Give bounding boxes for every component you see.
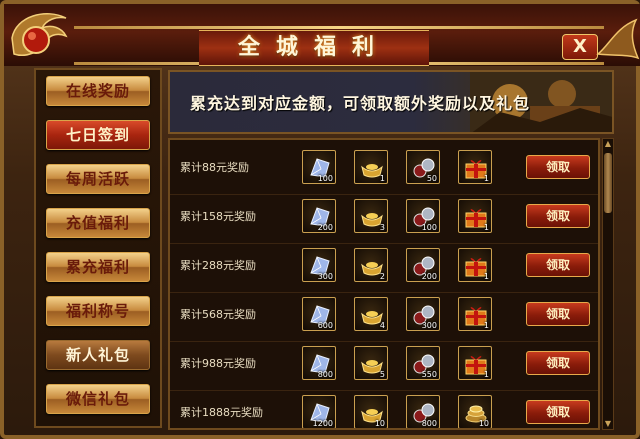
banner-text: 累充达到对应金额，可领取额外奖励以及礼包 [190, 94, 531, 113]
reward-row-label: 累计988元奖励 [180, 357, 256, 370]
item-quantity: 300 [317, 272, 333, 281]
item-quantity: 800 [421, 419, 437, 428]
scrollbar[interactable]: ▲ ▼ [602, 138, 614, 430]
reward-row-label: 累计568元奖励 [180, 308, 256, 321]
item-quantity: 10 [478, 419, 489, 428]
reward-row-label: 累计88元奖励 [180, 161, 249, 174]
claim-button[interactable]: 领取 [526, 204, 590, 228]
reward-item-slot[interactable]: 300 [406, 297, 440, 331]
item-quantity: 600 [317, 321, 333, 330]
sidebar-item-6[interactable]: 福利称号 [46, 296, 150, 326]
item-quantity: 4 [379, 321, 385, 330]
claim-button[interactable]: 领取 [526, 400, 590, 424]
item-quantity: 2 [379, 272, 385, 281]
reward-row: 累计158元奖励 200 3 100 1 领取 [170, 191, 598, 244]
sidebar-item-1[interactable]: 在线奖励 [46, 76, 150, 106]
reward-item-slot[interactable]: 1 [458, 346, 492, 380]
corner-ornament-icon [596, 18, 640, 60]
reward-item-slot[interactable]: 1 [458, 150, 492, 184]
reward-item-slot[interactable]: 5 [354, 346, 388, 380]
reward-item-slot[interactable]: 550 [406, 346, 440, 380]
reward-row: 累计1888元奖励 1200 10 800 10 领取 [170, 387, 598, 428]
reward-row: 累计988元奖励 800 5 550 1 领取 [170, 338, 598, 391]
banner: 累充达到对应金额，可领取额外奖励以及礼包 [168, 70, 614, 134]
reward-item-slot[interactable]: 800 [406, 395, 440, 428]
dragon-emblem-icon [11, 13, 68, 56]
reward-item-slot[interactable]: 1200 [302, 395, 336, 428]
reward-row-label: 累计288元奖励 [180, 259, 256, 272]
item-quantity: 5 [379, 370, 385, 379]
reward-item-slot[interactable]: 100 [302, 150, 336, 184]
item-quantity: 300 [421, 321, 437, 330]
item-quantity: 200 [317, 223, 333, 232]
item-quantity: 3 [379, 223, 385, 232]
item-quantity: 1 [379, 174, 385, 183]
sidebar-item-2[interactable]: 七日签到 [46, 120, 150, 150]
reward-item-slot[interactable]: 1 [458, 199, 492, 233]
sidebar-item-5[interactable]: 累充福利 [46, 252, 150, 282]
item-quantity: 1200 [312, 419, 333, 428]
reward-item-slot[interactable]: 2 [354, 248, 388, 282]
reward-item-slot[interactable]: 100 [406, 199, 440, 233]
reward-row: 累计88元奖励 100 1 50 1 领取 [170, 142, 598, 195]
claim-button[interactable]: 领取 [526, 302, 590, 326]
reward-row: 累计568元奖励 600 4 300 1 领取 [170, 289, 598, 342]
item-quantity: 550 [421, 370, 437, 379]
claim-button[interactable]: 领取 [526, 155, 590, 179]
reward-item-slot[interactable]: 200 [302, 199, 336, 233]
item-quantity: 1 [483, 272, 489, 281]
reward-item-slot[interactable]: 4 [354, 297, 388, 331]
reward-row-label: 累计1888元奖励 [180, 406, 263, 419]
item-quantity: 200 [421, 272, 437, 281]
sidebar-item-4[interactable]: 充值福利 [46, 208, 150, 238]
sidebar-item-3[interactable]: 每周活跃 [46, 164, 150, 194]
reward-item-slot[interactable]: 10 [354, 395, 388, 428]
item-quantity: 1 [483, 370, 489, 379]
reward-item-slot[interactable]: 800 [302, 346, 336, 380]
reward-item-slot[interactable]: 200 [406, 248, 440, 282]
reward-item-slot[interactable]: 50 [406, 150, 440, 184]
item-quantity: 1 [483, 174, 489, 183]
sidebar-item-7[interactable]: 新人礼包 [46, 340, 150, 370]
reward-row: 累计288元奖励 300 2 200 1 领取 [170, 240, 598, 293]
window-title: 全城福利 [237, 34, 390, 60]
reward-item-slot[interactable]: 10 [458, 395, 492, 428]
item-quantity: 100 [317, 174, 333, 183]
scroll-thumb[interactable] [604, 153, 612, 213]
reward-item-slot[interactable]: 300 [302, 248, 336, 282]
item-quantity: 50 [426, 174, 437, 183]
item-quantity: 800 [317, 370, 333, 379]
reward-list[interactable]: 累计88元奖励 100 1 50 1 领取 累计158元奖励 200 3 100 1 领取 累计288元… [168, 138, 600, 430]
close-button[interactable]: X [562, 34, 598, 60]
item-quantity: 1 [483, 321, 489, 330]
reward-row-label: 累计158元奖励 [180, 210, 256, 223]
claim-button[interactable]: 领取 [526, 253, 590, 277]
reward-item-slot[interactable]: 1 [458, 297, 492, 331]
reward-item-slot[interactable]: 1 [458, 248, 492, 282]
reward-item-slot[interactable]: 600 [302, 297, 336, 331]
item-quantity: 10 [374, 419, 385, 428]
reward-item-slot[interactable]: 1 [354, 150, 388, 184]
scroll-down-icon[interactable]: ▼ [603, 419, 613, 429]
scroll-up-icon[interactable]: ▲ [603, 139, 613, 149]
item-quantity: 1 [483, 223, 489, 232]
sidebar-item-8[interactable]: 微信礼包 [46, 384, 150, 414]
title-bar-trim-top [74, 26, 604, 29]
item-quantity: 100 [421, 223, 437, 232]
claim-button[interactable]: 领取 [526, 351, 590, 375]
reward-item-slot[interactable]: 3 [354, 199, 388, 233]
sidebar-menu: 在线奖励七日签到每周活跃充值福利累充福利福利称号新人礼包微信礼包 [34, 68, 162, 428]
welfare-window: 全城福利 X 在线奖励 七日签到 每周活跃 充值福利 累充福利 福利称号 新人礼包 微信礼包 … [0, 0, 640, 439]
